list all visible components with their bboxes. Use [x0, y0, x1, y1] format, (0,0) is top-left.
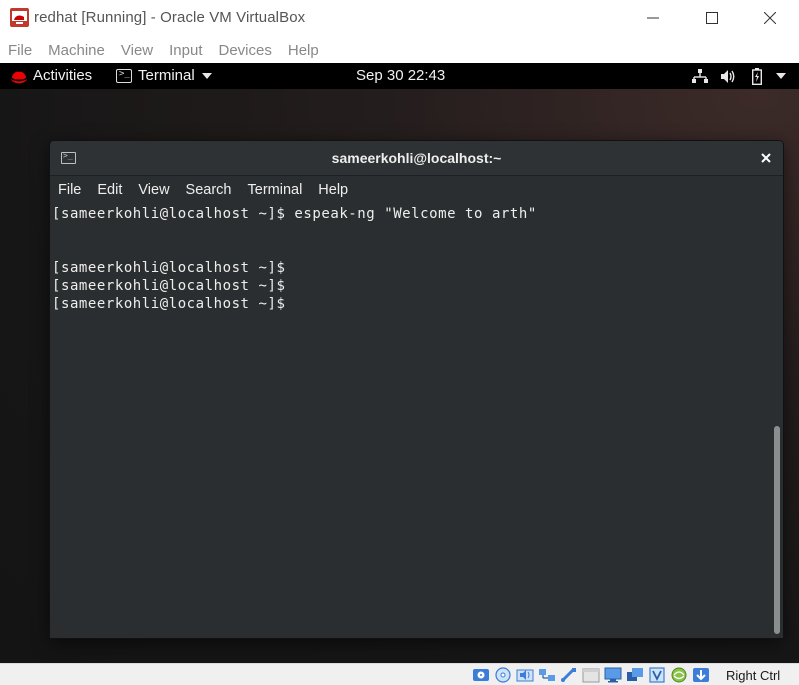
- terminal-menu-view[interactable]: View: [138, 182, 169, 198]
- terminal-line: [sameerkohli@localhost ~]$: [52, 260, 286, 276]
- guest-display[interactable]: Activities >_ Terminal Sep 30 22:43 >_ s…: [0, 63, 799, 663]
- system-menu-chevron-icon[interactable]: [776, 73, 786, 79]
- terminal-close-button[interactable]: [756, 149, 776, 167]
- vbox-device-icons: [472, 667, 714, 683]
- vbox-statusbar: Right Ctrl: [0, 663, 799, 685]
- keyboard-icon[interactable]: [692, 667, 710, 683]
- terminal-menubar: File Edit View Search Terminal Help: [50, 176, 783, 204]
- terminal-scrollbar[interactable]: [771, 204, 783, 638]
- vbox-menu-file[interactable]: File: [8, 42, 32, 59]
- maximize-button[interactable]: [683, 2, 741, 34]
- vbox-titlebar[interactable]: redhat [Running] - Oracle VM VirtualBox: [0, 0, 799, 37]
- clock[interactable]: Sep 30 22:43: [356, 67, 445, 84]
- terminal-headerbar[interactable]: >_ sameerkohli@localhost:~: [50, 141, 783, 176]
- gnome-topbar: Activities >_ Terminal Sep 30 22:43: [0, 63, 799, 89]
- scrollbar-thumb[interactable]: [774, 426, 780, 634]
- vbox-menu-input[interactable]: Input: [169, 42, 202, 59]
- terminal-menu-search[interactable]: Search: [186, 182, 232, 198]
- terminal-app-icon: >_: [116, 69, 132, 83]
- volume-icon[interactable]: [720, 69, 736, 84]
- minimize-button[interactable]: [624, 2, 682, 34]
- audio-icon[interactable]: [516, 667, 534, 683]
- hard-disk-icon[interactable]: [472, 667, 490, 683]
- vbox-menu-devices[interactable]: Devices: [219, 42, 272, 59]
- usb-icon[interactable]: [560, 667, 578, 683]
- redhat-logo-icon: [11, 71, 27, 84]
- activities-button[interactable]: Activities: [33, 67, 92, 84]
- close-button[interactable]: [741, 2, 799, 34]
- vbox-menu-help[interactable]: Help: [288, 42, 319, 59]
- terminal-menu-file[interactable]: File: [58, 182, 81, 198]
- display-icon[interactable]: [604, 667, 622, 683]
- maximize-icon: [706, 12, 718, 24]
- minimize-icon: [647, 17, 659, 19]
- virtualbox-app-icon: [10, 8, 29, 27]
- terminal-title: sameerkohli@localhost:~: [331, 150, 502, 166]
- network-icon[interactable]: [538, 667, 556, 683]
- terminal-line: [sameerkohli@localhost ~]$: [52, 278, 286, 294]
- recording-icon[interactable]: [626, 667, 644, 683]
- vbox-menu-machine[interactable]: Machine: [48, 42, 105, 59]
- optical-disk-icon[interactable]: [494, 667, 512, 683]
- close-icon: [761, 153, 771, 163]
- network-icon[interactable]: [692, 69, 708, 84]
- window-title: redhat [Running] - Oracle VM VirtualBox: [34, 9, 306, 26]
- host-key-label: Right Ctrl: [726, 668, 781, 683]
- battery-icon[interactable]: [752, 68, 762, 85]
- terminal-line: [sameerkohli@localhost ~]$ espeak-ng "We…: [52, 206, 537, 222]
- terminal-menu-help[interactable]: Help: [318, 182, 348, 198]
- terminal-line: [sameerkohli@localhost ~]$: [52, 296, 286, 312]
- vbox-menu-view[interactable]: View: [121, 42, 153, 59]
- close-icon: [764, 12, 776, 24]
- terminal-menu-terminal[interactable]: Terminal: [248, 182, 303, 198]
- terminal-window[interactable]: >_ sameerkohli@localhost:~ File Edit Vie…: [50, 141, 783, 638]
- app-menu-terminal[interactable]: Terminal: [138, 67, 195, 84]
- cpu-icon[interactable]: [648, 667, 666, 683]
- mouse-integration-icon[interactable]: [670, 667, 688, 683]
- vbox-menubar: File Machine View Input Devices Help: [0, 37, 799, 63]
- shared-folder-icon[interactable]: [582, 667, 600, 683]
- chevron-down-icon[interactable]: [202, 73, 212, 79]
- terminal-menu-edit[interactable]: Edit: [97, 182, 122, 198]
- terminal-output[interactable]: [sameerkohli@localhost ~]$ espeak-ng "We…: [50, 204, 771, 638]
